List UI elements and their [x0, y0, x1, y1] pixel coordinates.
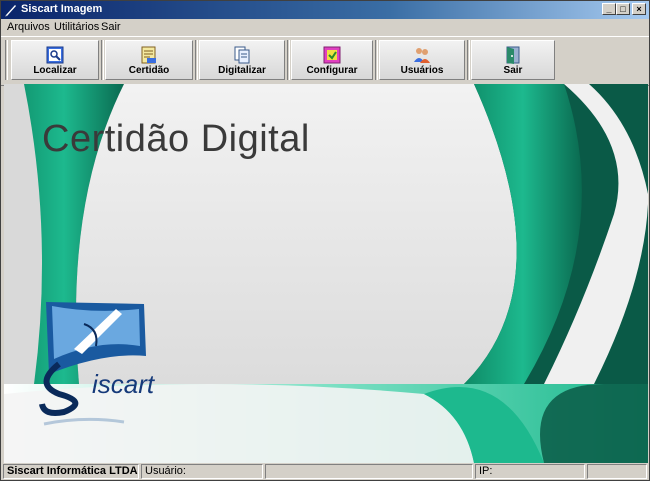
app-window: Siscart Imagem _ □ × Arquivos Utilitário…: [0, 0, 650, 481]
copy-document-icon: [234, 46, 250, 64]
certificate-icon: [141, 46, 156, 64]
menu-bar: Arquivos Utilitários Sair: [1, 19, 649, 36]
localizar-button[interactable]: Localizar: [11, 40, 99, 80]
localizar-label: Localizar: [33, 65, 77, 76]
status-ip-label: IP:: [475, 464, 585, 479]
digitalizar-button[interactable]: Digitalizar: [199, 40, 285, 80]
status-empty-panel: [265, 464, 473, 479]
toolbar-grip: [5, 40, 8, 80]
app-icon: [5, 5, 16, 17]
status-bar: Siscart Informática LTDA. Usuário: IP:: [1, 463, 649, 480]
menu-utilitarios[interactable]: Utilitários: [54, 21, 99, 33]
exit-door-icon: [506, 46, 520, 64]
maximize-button[interactable]: □: [616, 3, 630, 15]
status-extra-panel: [587, 464, 647, 479]
menu-sair[interactable]: Sair: [101, 21, 121, 33]
menu-arquivos[interactable]: Arquivos: [7, 21, 50, 33]
toolbar-grip: [375, 40, 378, 80]
digitalizar-label: Digitalizar: [218, 65, 266, 76]
logo-text: iscart: [92, 369, 155, 399]
usuarios-button[interactable]: Usuários: [379, 40, 465, 80]
certidao-label: Certidão: [128, 65, 170, 76]
sair-label: Sair: [503, 65, 523, 76]
toolbar-grip: [195, 40, 198, 80]
title-bar[interactable]: Siscart Imagem _ □ ×: [1, 1, 649, 19]
toolbar: Localizar Certidão Digitalizar Configura…: [1, 36, 649, 86]
status-company: Siscart Informática LTDA.: [3, 464, 139, 479]
certidao-button[interactable]: Certidão: [105, 40, 193, 80]
page-title: Certidão Digital: [42, 118, 310, 160]
window-title: Siscart Imagem: [21, 3, 103, 15]
minimize-button[interactable]: _: [602, 3, 616, 15]
users-icon: [414, 48, 430, 63]
configurar-button[interactable]: Configurar: [291, 40, 373, 80]
toolbar-grip: [287, 40, 290, 80]
configure-icon: [323, 46, 341, 64]
close-button[interactable]: ×: [632, 3, 646, 15]
toolbar-grip: [101, 40, 104, 80]
main-canvas: Certidão Digital iscart: [4, 84, 648, 463]
toolbar-grip: [467, 40, 470, 80]
configurar-label: Configurar: [306, 65, 358, 76]
usuarios-label: Usuários: [400, 65, 444, 76]
search-document-icon: [46, 46, 64, 64]
sair-button[interactable]: Sair: [471, 40, 555, 80]
status-user-label: Usuário:: [141, 464, 263, 479]
